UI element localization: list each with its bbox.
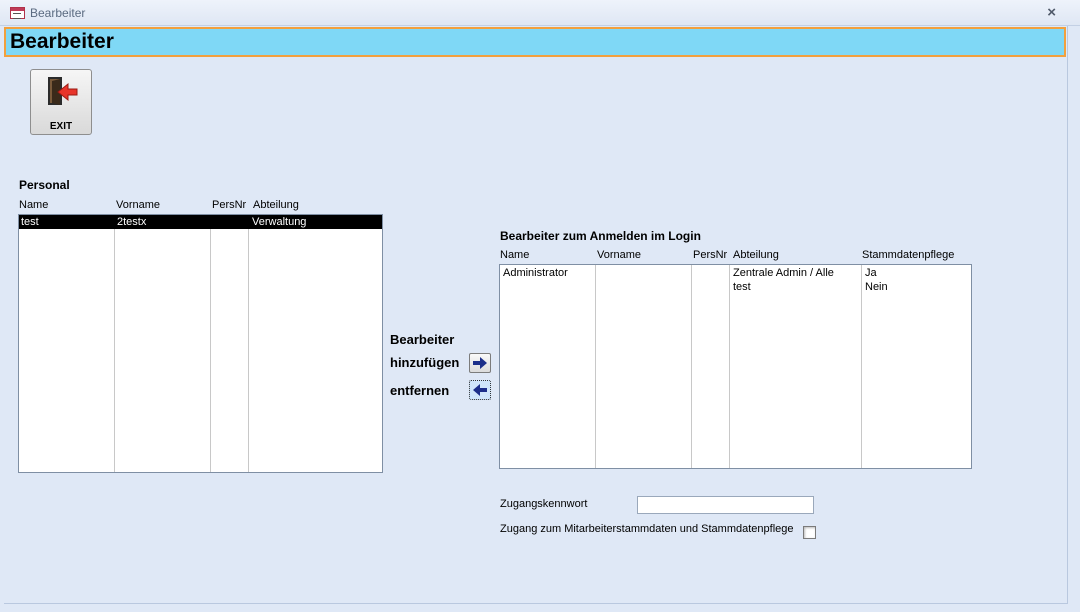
form-app-icon — [10, 7, 25, 19]
column-divider — [861, 265, 862, 468]
transfer-heading: Bearbeiter — [390, 332, 455, 347]
remove-label: entfernen — [390, 383, 450, 398]
personal-listbox[interactable]: test 2testx Verwaltung — [18, 214, 383, 473]
close-icon[interactable]: × — [1047, 4, 1056, 21]
page-title: Bearbeiter — [10, 30, 114, 53]
login-col-stammdatenpflege: Stammdatenpflege — [862, 249, 955, 261]
login-title: Bearbeiter zum Anmelden im Login — [500, 229, 701, 243]
cell-vorname — [598, 266, 688, 280]
password-label: Zugangskennwort — [500, 498, 588, 510]
personal-col-abteilung: Abteilung — [253, 199, 299, 211]
cell-vorname — [598, 280, 688, 294]
column-divider — [248, 215, 249, 472]
personal-col-persnr: PersNr — [212, 199, 247, 211]
column-divider — [595, 265, 596, 468]
arrow-left-icon — [473, 384, 487, 396]
cell-persnr — [694, 266, 728, 280]
form-header: Bearbeiter — [4, 27, 1066, 57]
personal-col-vorname: Vorname — [116, 199, 161, 211]
login-col-abteilung: Abteilung — [733, 249, 779, 261]
login-col-name: Name — [500, 249, 530, 261]
cell-abteilung: Zentrale Admin / Alle — [733, 267, 834, 279]
cell-persnr — [213, 215, 247, 229]
exit-label: EXIT — [49, 121, 73, 132]
column-divider — [114, 215, 115, 472]
arrow-right-icon — [473, 357, 487, 369]
exit-door-icon — [48, 77, 78, 105]
add-label: hinzufügen — [390, 355, 460, 370]
personal-row-selected[interactable]: test 2testx Verwaltung — [19, 215, 382, 229]
cell-abteilung: Verwaltung — [252, 216, 307, 228]
cell-name: Administrator — [503, 267, 568, 279]
column-divider — [210, 215, 211, 472]
login-col-persnr: PersNr — [693, 249, 728, 261]
cell-name: test — [21, 216, 39, 228]
window-titlebar: Bearbeiter × — [0, 0, 1080, 26]
column-divider — [691, 265, 692, 468]
master-data-label: Zugang zum Mitarbeiterstammdaten und Sta… — [500, 523, 794, 535]
remove-button[interactable] — [469, 380, 491, 400]
window-title: Bearbeiter — [30, 6, 86, 20]
column-divider — [729, 265, 730, 468]
cell-persnr — [694, 280, 728, 294]
login-listbox[interactable]: Administrator Zentrale Admin / Alle Ja t… — [499, 264, 972, 469]
login-col-vorname: Vorname — [597, 249, 642, 261]
cell-abteilung: test — [733, 281, 751, 293]
password-input[interactable] — [637, 496, 814, 514]
exit-button[interactable]: EXIT — [30, 69, 92, 135]
cell-stammdatenpflege: Ja — [865, 267, 877, 279]
cell-name — [503, 280, 593, 294]
add-button[interactable] — [469, 353, 491, 373]
personal-title: Personal — [19, 178, 70, 192]
master-data-checkbox[interactable] — [803, 526, 816, 539]
cell-vorname: 2testx — [117, 216, 147, 228]
login-row[interactable]: test Nein — [500, 280, 971, 294]
login-row[interactable]: Administrator Zentrale Admin / Alle Ja — [500, 266, 971, 280]
personal-col-name: Name — [19, 199, 49, 211]
cell-stammdatenpflege: Nein — [865, 281, 888, 293]
